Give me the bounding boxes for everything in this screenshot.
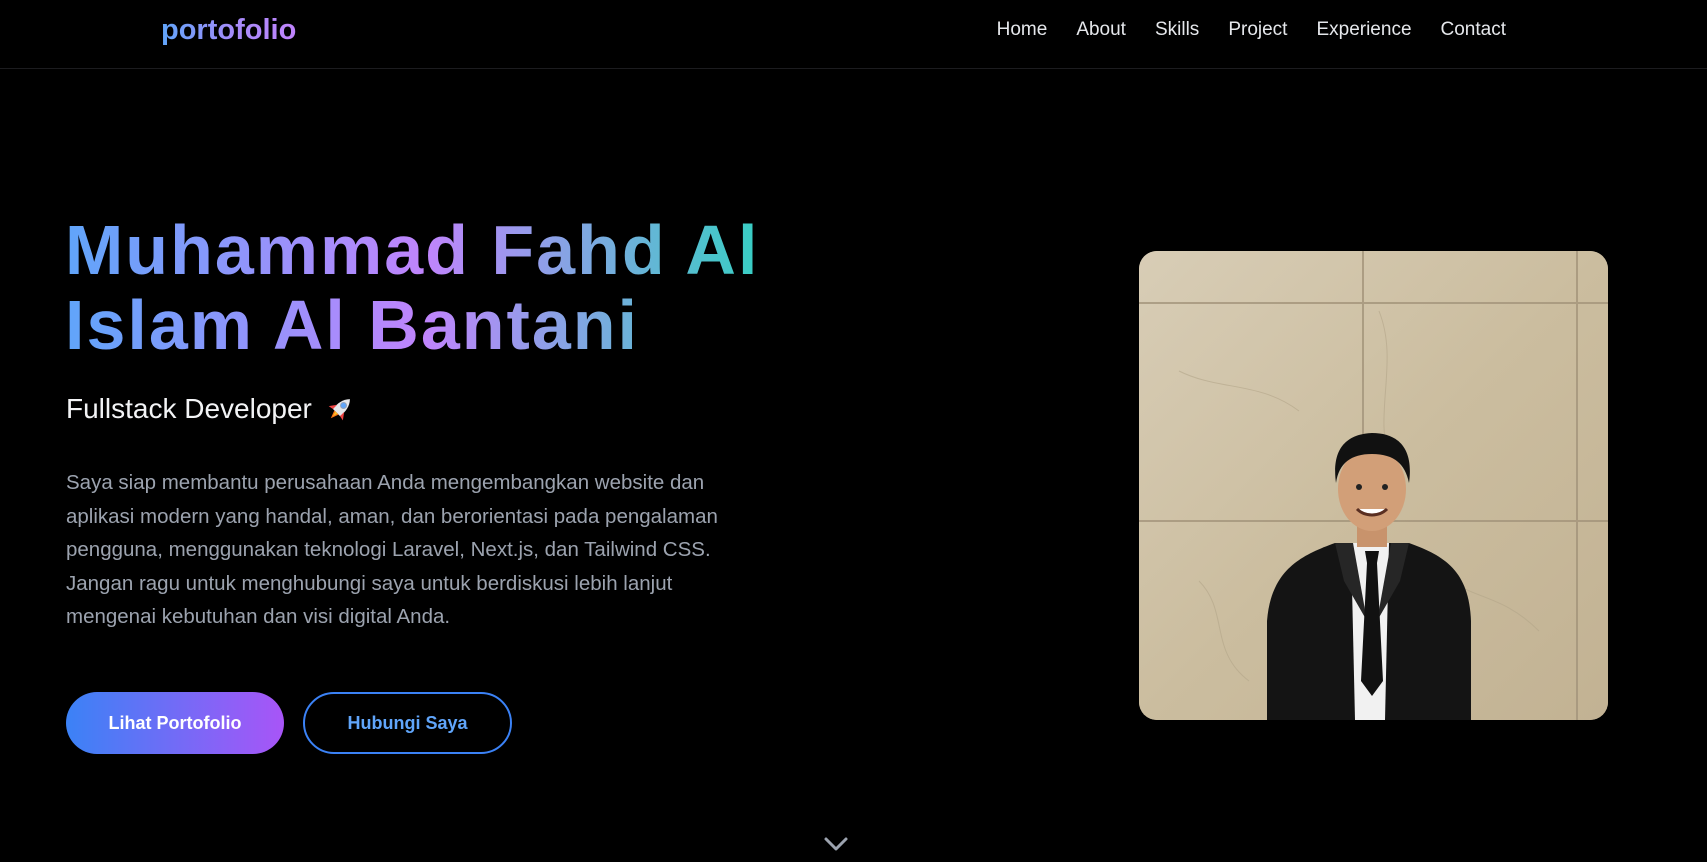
nav-link-skills[interactable]: Skills — [1155, 19, 1199, 40]
profile-photo — [1139, 251, 1608, 720]
view-portfolio-button[interactable]: Lihat Portofolio — [66, 692, 284, 754]
nav-item-skills: Skills — [1155, 18, 1199, 42]
chevron-down-icon[interactable] — [822, 834, 850, 854]
nav-link-home[interactable]: Home — [997, 19, 1048, 40]
nav-item-experience: Experience — [1316, 18, 1411, 42]
nav-link-experience[interactable]: Experience — [1316, 19, 1411, 40]
hero-subtitle-text: Fullstack Developer — [66, 393, 312, 424]
page: portofolio Home About Skills Project Exp… — [0, 0, 1707, 862]
nav-item-home: Home — [997, 18, 1048, 42]
site-logo[interactable]: portofolio — [161, 13, 296, 47]
hero-title-line-2: Islam Al Bantani — [65, 286, 639, 364]
rocket-icon — [324, 393, 356, 425]
hero-subtitle: Fullstack Developer — [66, 392, 356, 426]
nav-item-about: About — [1076, 18, 1126, 42]
nav-link-about[interactable]: About — [1076, 19, 1126, 40]
navbar: portofolio Home About Skills Project Exp… — [0, 0, 1707, 69]
nav-links: Home About Skills Project Experience Con… — [997, 18, 1506, 42]
nav-link-contact[interactable]: Contact — [1441, 19, 1506, 40]
nav-item-project: Project — [1228, 18, 1287, 42]
contact-me-button[interactable]: Hubungi Saya — [303, 692, 512, 754]
hero-title-line-1: Muhammad Fahd Al — [65, 211, 760, 289]
nav-link-project[interactable]: Project — [1228, 19, 1287, 40]
nav-item-contact: Contact — [1441, 18, 1506, 42]
hero-description: Saya siap membantu perusahaan Anda menge… — [66, 471, 718, 628]
hero-title: Muhammad Fahd Al Islam Al Bantani — [65, 213, 785, 363]
